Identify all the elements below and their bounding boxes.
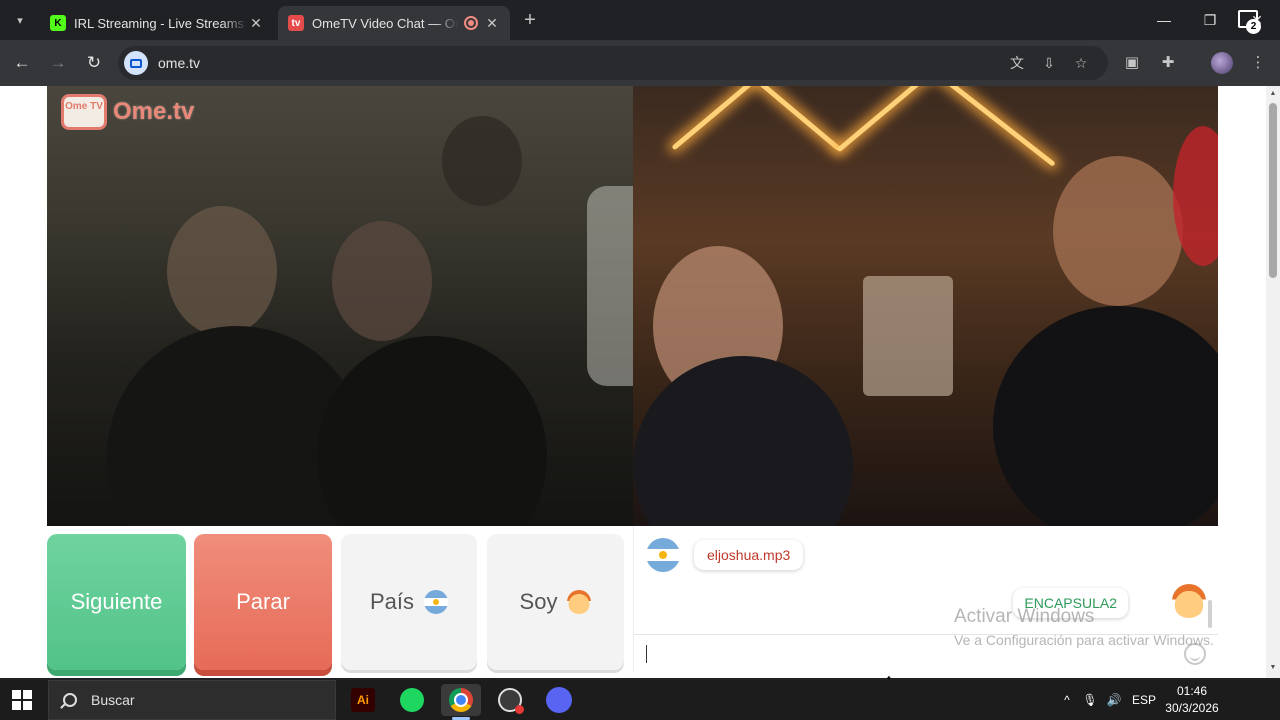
tab-ometv[interactable]: tv OmeTV Video Chat — Ome ✕	[278, 6, 510, 40]
text-caret	[646, 645, 647, 663]
country-filter-button[interactable]: País	[341, 534, 477, 670]
argentina-flag-icon	[424, 590, 449, 614]
gender-button[interactable]: Soy	[487, 534, 624, 670]
close-tab-icon[interactable]: ✕	[484, 15, 500, 32]
install-app-icon[interactable]: ⇩	[1038, 52, 1060, 74]
reload-button[interactable]: ↻	[82, 51, 106, 75]
profile-avatar[interactable]	[1211, 52, 1233, 74]
stop-label: Parar	[236, 589, 290, 614]
ometv-icon: tv	[288, 15, 304, 31]
close-tab-icon[interactable]: ✕	[248, 15, 264, 32]
brand-name: Ome.tv	[113, 98, 195, 125]
bookmark-star-icon[interactable]: ☆	[1070, 52, 1092, 74]
chrome-app[interactable]	[441, 684, 481, 716]
volume-icon[interactable]: 🔊	[1104, 680, 1124, 720]
incoming-bubble: eljoshua.mp3	[694, 540, 804, 570]
web-page: Ome TV Ome.tv Siguiente Parar País Soy e…	[0, 86, 1266, 678]
system-clock[interactable]: 01:46 30/3/2026	[1160, 683, 1224, 717]
restore-button[interactable]: ❐	[1187, 0, 1233, 40]
tab-title: IRL Streaming - Live Streams on	[74, 15, 248, 31]
tv-logo-icon: Ome TV	[61, 94, 107, 130]
windows-taskbar: Buscar Ai ^ 🎙 🔊 ESP 01:46 30/3/2026	[0, 680, 1280, 720]
stranger-video: Ome TV Ome.tv	[47, 86, 633, 526]
tab-strip: ▾ K IRL Streaming - Live Streams on ✕ tv…	[0, 0, 1280, 40]
extensions-icon[interactable]: ✚	[1156, 51, 1180, 75]
argentina-flag-icon	[646, 538, 680, 572]
ometv-logo: Ome TV Ome.tv	[61, 94, 194, 130]
microphone-icon[interactable]: 🎙	[1082, 680, 1098, 720]
boy-emoji-icon	[567, 590, 592, 614]
windows-start-icon[interactable]	[12, 690, 32, 710]
country-label: País	[369, 589, 415, 614]
language-indicator[interactable]: ESP	[1130, 680, 1158, 720]
menu-kebab-icon[interactable]: ⋮	[1246, 51, 1270, 75]
tab-search-chevron-icon[interactable]: ▾	[8, 8, 32, 32]
notification-count-badge: 2	[1246, 19, 1261, 34]
recording-indicator-icon	[464, 16, 478, 30]
search-placeholder: Buscar	[91, 692, 135, 708]
obs-icon	[498, 688, 524, 714]
tab-irl-streaming[interactable]: K IRL Streaming - Live Streams on ✕	[40, 6, 274, 40]
watermark-title: Activar Windows	[954, 606, 1095, 627]
forward-button[interactable]: →	[46, 51, 70, 75]
translate-icon[interactable]: 文	[1006, 52, 1028, 74]
taskbar-search[interactable]: Buscar	[48, 680, 336, 720]
scroll-thumb[interactable]	[1269, 103, 1277, 278]
clock-date: 30/3/2026	[1165, 701, 1219, 715]
url-text: ome.tv	[158, 55, 201, 71]
chrome-icon	[449, 688, 473, 712]
spotify-icon	[400, 688, 424, 712]
next-label: Siguiente	[70, 589, 163, 614]
illustrator-app[interactable]: Ai	[343, 684, 383, 716]
self-video	[633, 86, 1218, 526]
discord-icon	[546, 687, 572, 713]
chat-panel: eljoshua.mp3 ENCAPSULA2	[633, 526, 1218, 672]
address-bar[interactable]: ome.tv 文 ⇩ ☆	[118, 46, 1108, 80]
clock-time: 01:46	[1176, 684, 1208, 698]
minimize-button[interactable]: —	[1141, 0, 1187, 40]
gender-label: Soy	[519, 589, 558, 614]
tray-overflow-icon[interactable]: ^	[1058, 680, 1076, 720]
scroll-down-icon[interactable]: ▼	[1269, 664, 1277, 671]
site-info-icon[interactable]	[124, 51, 148, 75]
windows-activation-watermark: Activar Windows Ve a Configuración para …	[954, 606, 1214, 648]
new-tab-button[interactable]: +	[518, 9, 542, 33]
obs-app[interactable]	[490, 684, 530, 716]
browser-toolbar: ← → ↻ ome.tv 文 ⇩ ☆ ▣ ✚ ⋮	[0, 40, 1280, 86]
watermark-subtitle: Ve a Configuración para activar Windows.	[954, 632, 1214, 648]
kick-icon: K	[50, 15, 66, 31]
adobe-illustrator-icon: Ai	[351, 688, 375, 712]
back-button[interactable]: ←	[10, 51, 34, 75]
incognito-reading-icon[interactable]: ▣	[1120, 51, 1144, 75]
next-button[interactable]: Siguiente	[47, 534, 186, 670]
search-icon	[63, 693, 77, 707]
discord-app[interactable]	[539, 684, 579, 716]
stop-button[interactable]: Parar	[194, 534, 332, 670]
page-scrollbar[interactable]: ▲ ▼	[1266, 86, 1280, 678]
incoming-message: eljoshua.mp3	[646, 538, 804, 572]
tab-title: OmeTV Video Chat — Ome	[312, 15, 458, 31]
spotify-app[interactable]	[392, 684, 432, 716]
scroll-up-icon[interactable]: ▲	[1269, 90, 1277, 97]
